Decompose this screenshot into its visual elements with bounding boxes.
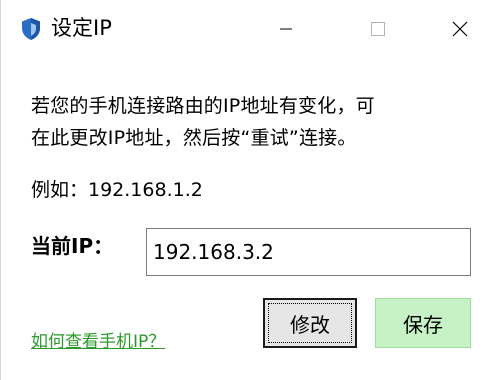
instruction-line-1: 若您的手机连接路由的IP地址有变化，可 (31, 95, 375, 117)
set-ip-dialog: 设定IP 若您的手机连接路由的IP地址有变化，可 在此更改IP地址，然后按“重试… (0, 0, 500, 380)
current-ip-label: 当前IP： (31, 234, 114, 258)
current-ip-input[interactable] (146, 228, 471, 276)
maximize-icon (371, 22, 385, 36)
close-icon (452, 21, 468, 37)
help-link-how-to-find-ip[interactable]: 如何查看手机IP？ (31, 330, 165, 354)
window-title: 设定IP (51, 16, 112, 40)
instruction-line-2: 在此更改IP地址，然后按“重试”连接。 (31, 127, 357, 149)
save-button[interactable]: 保存 (375, 298, 471, 348)
title-bar[interactable]: 设定IP (1, 0, 500, 58)
modify-button[interactable]: 修改 (263, 298, 357, 348)
minimize-icon (280, 23, 292, 35)
minimize-button[interactable] (263, 0, 309, 58)
example-ip-text: 例如：192.168.1.2 (31, 179, 203, 201)
shield-icon (20, 17, 42, 41)
close-button[interactable] (437, 0, 483, 58)
maximize-button[interactable] (355, 0, 401, 58)
instruction-message: 若您的手机连接路由的IP地址有变化，可 在此更改IP地址，然后按“重试”连接。 (31, 90, 471, 154)
